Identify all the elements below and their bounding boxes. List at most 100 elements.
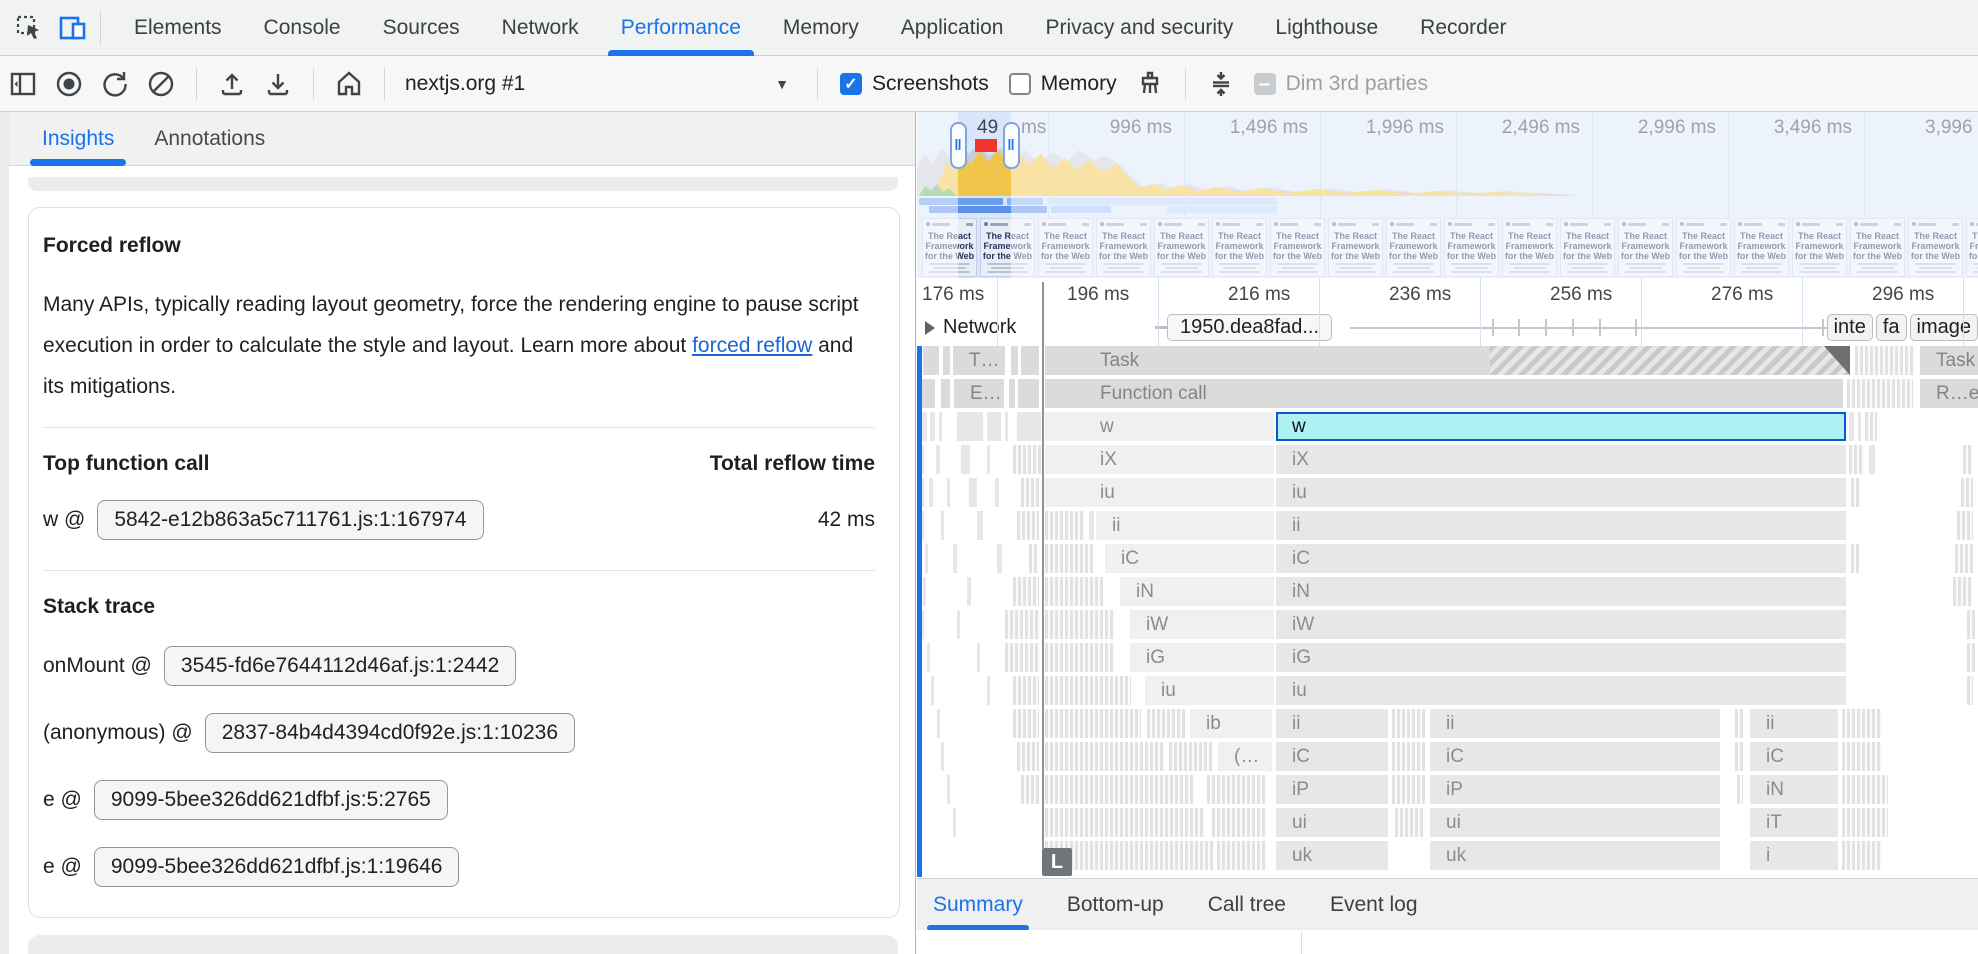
flame-block[interactable] xyxy=(1147,709,1187,738)
flame-block[interactable]: i xyxy=(1750,841,1838,870)
source-location-link[interactable]: 2837-84b4d4394cd0f92e.js:1:10236 xyxy=(205,713,575,753)
forced-reflow-link[interactable]: forced reflow xyxy=(692,334,812,357)
flame-block[interactable] xyxy=(923,577,926,606)
flame-block[interactable] xyxy=(1849,412,1854,441)
flame-block[interactable] xyxy=(1735,742,1743,771)
flame-block[interactable] xyxy=(987,445,990,474)
profile-select[interactable]: nextjs.org #1 ▼ xyxy=(405,72,805,96)
flame-block[interactable] xyxy=(941,379,950,408)
flame-block[interactable] xyxy=(1858,412,1861,441)
flame-block[interactable]: ui xyxy=(1430,808,1720,837)
flame-block[interactable] xyxy=(1869,445,1875,474)
flame-block[interactable]: E… xyxy=(954,379,1004,408)
inspect-element-icon[interactable] xyxy=(14,13,44,43)
source-location-link[interactable]: 3545-fd6e7644112d46af.js:1:2442 xyxy=(164,646,516,686)
flame-block[interactable] xyxy=(1392,742,1426,771)
flame-block-selected[interactable]: w xyxy=(1276,412,1846,441)
flame-block[interactable] xyxy=(1961,478,1973,507)
flame-block[interactable] xyxy=(1392,709,1426,738)
flame-block[interactable] xyxy=(921,379,935,408)
load-marker-badge[interactable]: L xyxy=(1042,848,1072,876)
flame-block[interactable]: ii xyxy=(1276,709,1388,738)
flame-block[interactable] xyxy=(1029,544,1039,573)
flame-block[interactable] xyxy=(957,412,983,441)
flame-block[interactable] xyxy=(1842,742,1882,771)
cache-lifetimes-card[interactable]: Use efficient cache lifetimes xyxy=(28,935,898,954)
flame-block[interactable]: iP xyxy=(1430,775,1720,804)
flame-block[interactable]: ii xyxy=(1750,709,1838,738)
flame-block[interactable] xyxy=(987,676,990,705)
flame-block[interactable]: iN xyxy=(1276,577,1846,606)
network-track[interactable]: Network 1950.dea8fad... intefaimage xyxy=(917,312,1978,345)
flame-block[interactable] xyxy=(1045,610,1115,639)
flame-block[interactable] xyxy=(1017,742,1039,771)
flame-block[interactable] xyxy=(923,346,939,375)
flame-block[interactable]: Function call xyxy=(1045,379,1843,408)
flame-block[interactable] xyxy=(947,478,950,507)
network-request-chip[interactable]: image xyxy=(1910,314,1978,341)
flame-block[interactable]: iX xyxy=(1045,445,1274,474)
flame-block[interactable]: iN xyxy=(1750,775,1838,804)
flame-block[interactable]: iu xyxy=(1276,676,1846,705)
flame-block[interactable] xyxy=(1490,346,1850,375)
flame-block[interactable] xyxy=(1009,379,1015,408)
record-icon[interactable] xyxy=(52,67,86,101)
flame-block[interactable] xyxy=(1847,379,1913,408)
toggle-sidebar-icon[interactable] xyxy=(6,67,40,101)
flame-block[interactable] xyxy=(977,511,983,540)
flame-block[interactable] xyxy=(1842,709,1882,738)
flame-block[interactable] xyxy=(1005,610,1039,639)
network-request-chip[interactable]: 1950.dea8fad... xyxy=(1167,314,1332,341)
flame-block[interactable] xyxy=(1045,808,1205,837)
flame-block[interactable] xyxy=(1011,346,1018,375)
flame-block[interactable] xyxy=(1045,544,1093,573)
flame-block[interactable]: (… xyxy=(1218,742,1272,771)
flame-block[interactable] xyxy=(1849,445,1863,474)
collapse-panel-icon[interactable] xyxy=(1204,67,1238,101)
network-request-chip[interactable]: fa xyxy=(1876,314,1907,341)
main-thread-flame-chart[interactable]: T…TaskTaskE…Function callR…ewwiXiXiuiuii… xyxy=(917,346,1978,877)
home-icon[interactable] xyxy=(332,67,366,101)
flame-block[interactable] xyxy=(1207,775,1267,804)
flame-block[interactable] xyxy=(953,544,957,573)
previous-insight-card-edge[interactable] xyxy=(28,177,898,191)
flame-block[interactable] xyxy=(969,478,977,507)
clear-record-icon[interactable] xyxy=(144,67,178,101)
screenshots-checkbox-row[interactable]: ✓ Screenshots xyxy=(840,72,989,96)
flame-block[interactable]: iW xyxy=(1130,610,1274,639)
flame-block[interactable]: iC xyxy=(1750,742,1838,771)
selection-handle-right[interactable]: ‖ xyxy=(1003,122,1020,169)
flame-block[interactable] xyxy=(1735,709,1743,738)
flame-block[interactable]: iC xyxy=(1276,742,1388,771)
flame-block[interactable] xyxy=(1865,412,1877,441)
device-toolbar-icon[interactable] xyxy=(58,13,88,43)
memory-checkbox[interactable] xyxy=(1009,73,1031,95)
flame-block[interactable] xyxy=(1963,445,1973,474)
flame-block[interactable] xyxy=(1045,643,1115,672)
flame-block[interactable] xyxy=(1017,511,1039,540)
flame-block[interactable]: uk xyxy=(1276,841,1388,870)
flame-block[interactable] xyxy=(1018,379,1039,408)
flame-block[interactable]: iC xyxy=(1430,742,1720,771)
flame-block[interactable] xyxy=(1005,643,1039,672)
flame-block[interactable] xyxy=(957,610,960,639)
tab-recorder[interactable]: Recorder xyxy=(1399,0,1527,56)
flame-block[interactable] xyxy=(1045,709,1141,738)
source-location-link[interactable]: 9099-5bee326dd621dfbf.js:5:2765 xyxy=(94,780,448,820)
flame-block[interactable]: iu xyxy=(1045,478,1274,507)
flame-block[interactable]: iW xyxy=(1276,610,1846,639)
flame-block[interactable]: T… xyxy=(953,346,1005,375)
flame-block[interactable] xyxy=(1013,445,1041,474)
tab-privacy-and-security[interactable]: Privacy and security xyxy=(1024,0,1254,56)
reload-record-icon[interactable] xyxy=(98,67,132,101)
flame-block[interactable] xyxy=(1013,577,1039,606)
sidebar-tab-annotations[interactable]: Annotations xyxy=(146,112,273,166)
flame-block[interactable] xyxy=(1953,577,1973,606)
sidebar-tab-insights[interactable]: Insights xyxy=(34,112,122,166)
flame-block[interactable] xyxy=(929,478,933,507)
flame-block[interactable]: iu xyxy=(1276,478,1846,507)
flame-block[interactable] xyxy=(925,544,928,573)
flame-block[interactable] xyxy=(943,346,950,375)
flame-block[interactable] xyxy=(953,808,956,837)
tab-application[interactable]: Application xyxy=(880,0,1025,56)
